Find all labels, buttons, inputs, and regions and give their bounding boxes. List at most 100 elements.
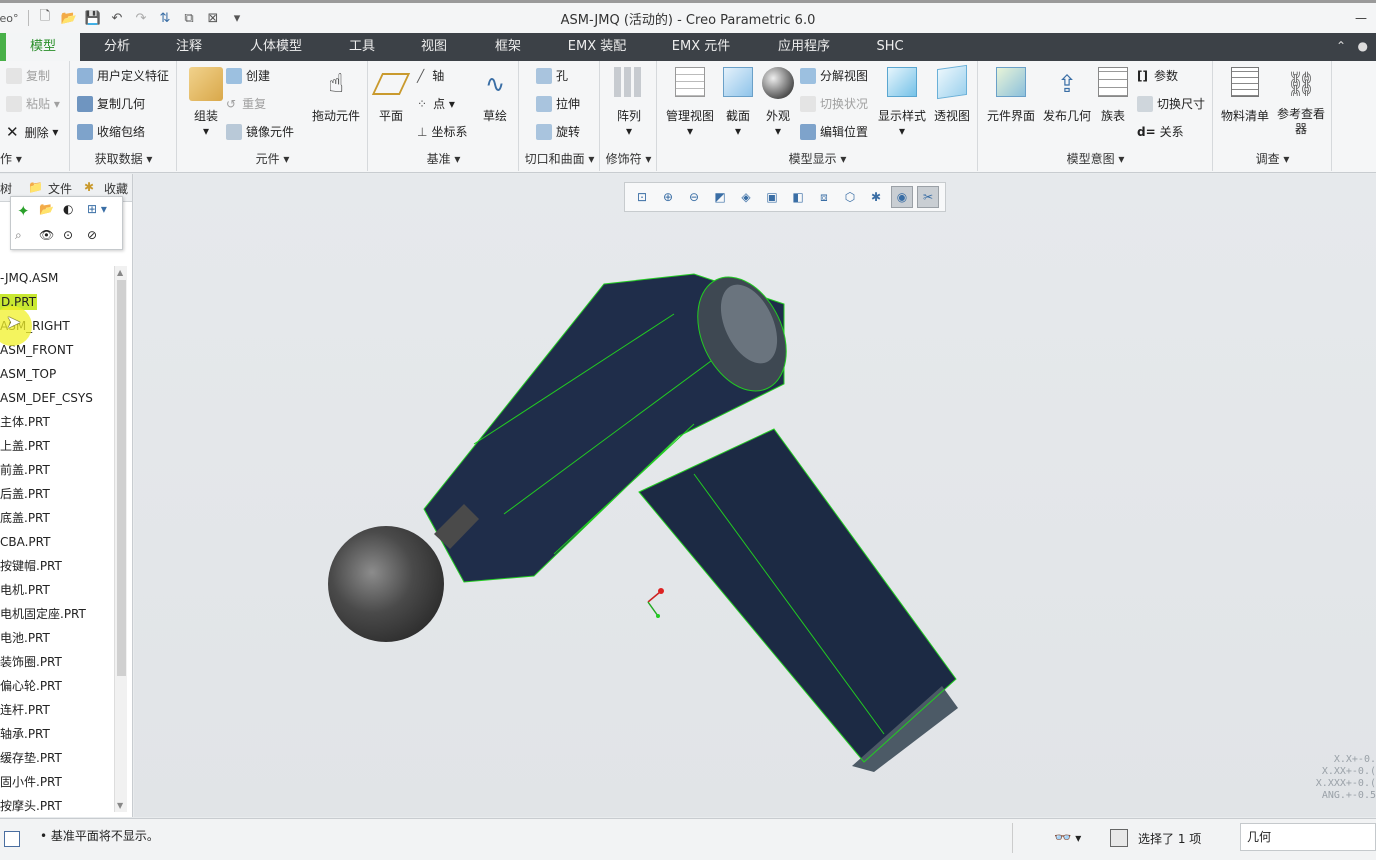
hole-button[interactable]: 孔 [536, 67, 568, 84]
tree-settings-icon[interactable]: ✦ [17, 202, 30, 220]
extrude-button[interactable]: 拉伸 [536, 95, 580, 112]
collapse-ribbon-icon[interactable]: ⌃ [1336, 39, 1346, 53]
tree-item-csys[interactable]: ASM_DEF_CSYS [0, 386, 112, 410]
repeat-button[interactable]: ↺ 重复 [226, 95, 266, 112]
group-label[interactable]: 调查 ▾ [1214, 150, 1331, 167]
mirror-component-button[interactable]: 镜像元件 [226, 123, 294, 140]
shrinkwrap-button[interactable]: 收缩包络 [77, 123, 145, 140]
help-icon[interactable]: ● [1358, 39, 1368, 53]
manage-views-button[interactable]: 管理视图 ▾ [664, 67, 716, 138]
tree-item-part[interactable]: 装饰圈.PRT [0, 650, 112, 674]
unhide-eye-icon[interactable]: ⊘ [87, 228, 97, 242]
tree-item-assembly[interactable]: -JMQ.ASM [0, 266, 112, 290]
edit-position-button[interactable]: 编辑位置 [800, 123, 868, 140]
tab-tools[interactable]: 工具 [340, 33, 384, 61]
assemble-button[interactable]: 组装 ▾ [184, 67, 228, 138]
tree-item-part[interactable]: 电机.PRT [0, 578, 112, 602]
group-label[interactable]: 获取数据 ▾ [71, 150, 176, 167]
appearance-icon[interactable]: ◐ [63, 202, 73, 216]
tree-item-part[interactable]: 按摩头.PRT [0, 794, 112, 818]
exploded-view-button[interactable]: 分解视图 [800, 67, 868, 84]
tab-shc[interactable]: SHC [868, 33, 912, 61]
group-label[interactable]: 切口和曲面 ▾ [520, 150, 599, 167]
tree-item-part[interactable]: 固小件.PRT [0, 770, 112, 794]
show-icon[interactable]: ⊞ ▾ [87, 202, 107, 216]
filter-icon[interactable]: ⌕ [15, 228, 22, 243]
toggle-status-button[interactable]: 切换状况 [800, 95, 868, 112]
group-label[interactable]: 基准 ▾ [369, 150, 518, 167]
tolerance-readout: X.X+-0. X.XX+-0.( X.XXX+-0.( ANG.+-0.5 [1316, 754, 1376, 802]
sketch-button[interactable]: ∿ 草绘 [477, 67, 513, 124]
scrollbar-thumb[interactable] [117, 280, 126, 676]
publish-geometry-button[interactable]: ⇪ 发布几何 [1039, 67, 1095, 124]
tree-item-part[interactable]: 偏心轮.PRT [0, 674, 112, 698]
tree-item-part[interactable]: CBA.PRT [0, 530, 112, 554]
tab-framework[interactable]: 框架 [485, 33, 531, 61]
scroll-up-icon[interactable]: ▲ [117, 268, 123, 277]
tree-item-part[interactable]: 前盖.PRT [0, 458, 112, 482]
selection-filter-dropdown[interactable]: 几何 [1240, 823, 1376, 851]
plane-button[interactable]: 平面 [371, 67, 411, 124]
hide-eye-icon[interactable]: ⊙ [63, 228, 73, 242]
tab-manikin[interactable]: 人体模型 [240, 33, 312, 61]
tab-emx-assembly[interactable]: EMX 装配 [560, 33, 634, 61]
parameters-button[interactable]: [] 参数 [1137, 67, 1178, 84]
revolve-button[interactable]: 旋转 [536, 123, 580, 140]
paste-button[interactable]: 粘贴 ▾ [6, 95, 60, 112]
tree-item-part[interactable]: 底盖.PRT [0, 506, 112, 530]
drag-component-button[interactable]: ☝ 拖动元件 [308, 67, 364, 124]
tab-applications[interactable]: 应用程序 [768, 33, 840, 61]
graphics-window[interactable]: ⊡ ⊕ ⊖ ◩ ◈ ▣ ◧ ⧈ ⬡ ✱ ◉ ✂ X.X+-0. X.XX+-0.… [134, 174, 1376, 817]
pattern-button[interactable]: 阵列 ▾ [609, 67, 649, 138]
tab-favorites[interactable]: 收藏 [104, 180, 128, 197]
axis-button[interactable]: ╱ 轴 [417, 67, 444, 84]
tab-emx-component[interactable]: EMX 元件 [664, 33, 738, 61]
appearance-button[interactable]: 外观 ▾ [758, 67, 798, 138]
tree-scrollbar[interactable]: ▲ ▼ [114, 266, 127, 812]
relations-button[interactable]: d= 关系 [1137, 123, 1184, 140]
open-icon[interactable]: 📂 [39, 202, 54, 216]
find-button[interactable]: 👓 ▾ [1054, 825, 1081, 851]
bom-button[interactable]: 物料清单 [1218, 67, 1272, 124]
component-interface-button[interactable]: 元件界面 [983, 67, 1039, 124]
tree-item-part[interactable]: 按键帽.PRT [0, 554, 112, 578]
copy-button[interactable]: 复制 [6, 67, 50, 84]
group-label[interactable]: 模型意图 ▾ [979, 150, 1212, 167]
tab-model-tree[interactable]: 树 [0, 180, 12, 197]
copy-geometry-button[interactable]: 复制几何 [77, 95, 145, 112]
csys-button[interactable]: ⊥ 坐标系 [417, 123, 467, 140]
tree-item-part[interactable]: 电机固定座.PRT [0, 602, 112, 626]
tree-item-part[interactable]: 上盖.PRT [0, 434, 112, 458]
tree-item-part[interactable]: 后盖.PRT [0, 482, 112, 506]
reference-viewer-button[interactable]: ⛓ 参考查看器 [1272, 67, 1330, 137]
tab-model[interactable]: 模型 [0, 33, 80, 61]
point-button[interactable]: ⁘ 点 ▾ [417, 95, 455, 112]
tab-analysis[interactable]: 分析 [94, 33, 140, 61]
minimize-icon[interactable]: — [1346, 7, 1376, 29]
group-label[interactable]: 元件 ▾ [178, 150, 367, 167]
group-label[interactable]: 修饰符 ▾ [601, 150, 656, 167]
selection-info[interactable]: 选择了 1 项 [1110, 825, 1201, 851]
tree-item-part[interactable]: 缓存垫.PRT [0, 746, 112, 770]
tree-item-part[interactable]: 连杆.PRT [0, 698, 112, 722]
scroll-down-icon[interactable]: ▼ [117, 801, 123, 810]
tab-view[interactable]: 视图 [412, 33, 456, 61]
delete-button[interactable]: ✕ 删除 ▾ [6, 123, 58, 141]
tree-item-part[interactable]: 轴承.PRT [0, 722, 112, 746]
group-label[interactable]: 模型显示 ▾ [658, 150, 977, 167]
perspective-button[interactable]: 透视图 [930, 64, 974, 124]
tree-item-datum[interactable]: ASM_TOP [0, 362, 112, 386]
switch-dimensions-button[interactable]: 切换尺寸 [1137, 95, 1205, 112]
display-style-button[interactable]: 显示样式 ▾ [874, 67, 930, 138]
family-table-button[interactable]: 族表 [1095, 67, 1131, 124]
tab-folder-browser[interactable]: 文件 [48, 180, 72, 197]
section-button[interactable]: 截面 ▾ [718, 67, 758, 138]
tree-item-part[interactable]: 电池.PRT [0, 626, 112, 650]
tab-annotate[interactable]: 注释 [166, 33, 212, 61]
tree-item-part[interactable]: 主体.PRT [0, 410, 112, 434]
status-toggle-icon[interactable] [4, 831, 20, 847]
udf-button[interactable]: 用户定义特征 [77, 67, 169, 84]
create-button[interactable]: 创建 [226, 67, 270, 84]
show-eye-icon[interactable]: 👁 [39, 228, 54, 242]
group-label[interactable]: 作 ▾ [0, 150, 69, 167]
